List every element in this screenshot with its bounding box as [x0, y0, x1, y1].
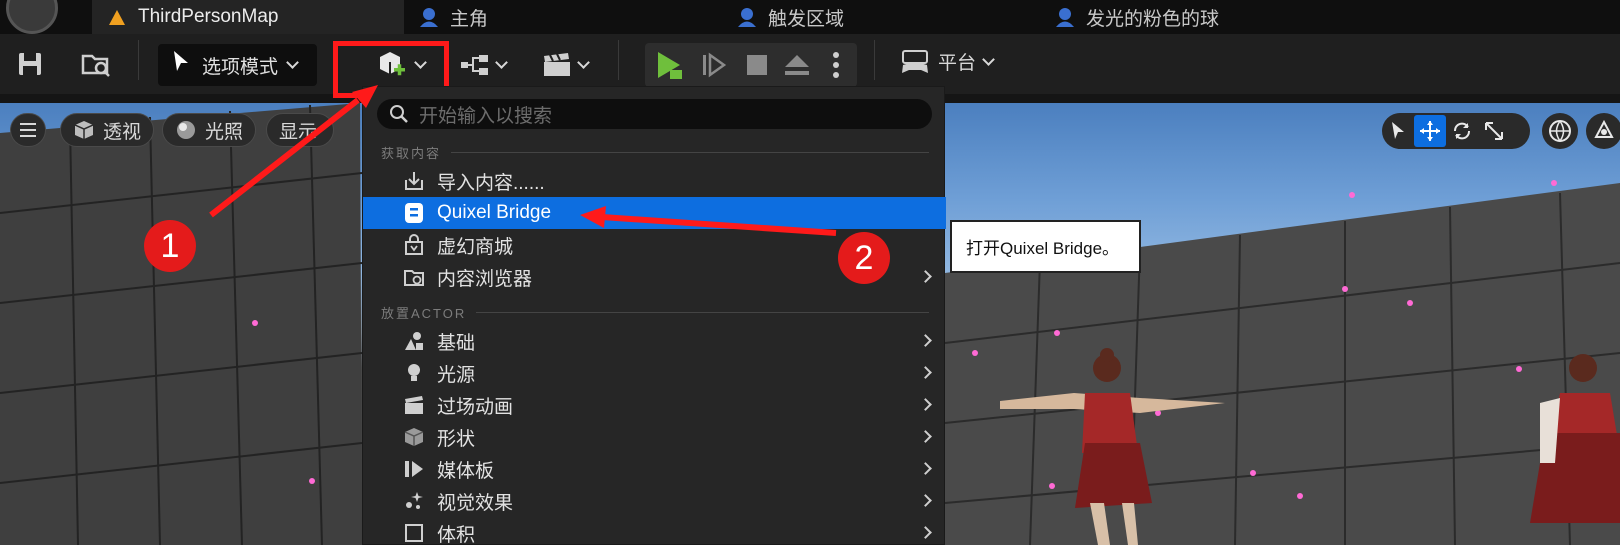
chevron-right-icon [919, 462, 932, 475]
lighting-button[interactable]: 光照 [162, 113, 257, 147]
menu-item-lights[interactable]: 光源 [363, 357, 946, 389]
search-placeholder: 开始输入以搜索 [419, 105, 553, 127]
cursor-mode-icon [170, 49, 192, 81]
more-options-icon[interactable] [826, 48, 846, 82]
cinematics-menu-button[interactable] [536, 48, 592, 82]
chevron-right-icon [919, 398, 932, 411]
chevron-right-icon [919, 334, 932, 347]
hamburger-icon [20, 123, 36, 137]
perspective-label: 透视 [103, 121, 142, 143]
toolbar-divider [618, 40, 619, 80]
blueprint-icon [1054, 6, 1076, 28]
bridge-icon [403, 202, 425, 224]
mode-select-button[interactable]: 选项模式 [158, 44, 317, 86]
menu-item-cinematics[interactable]: 过场动画 [363, 389, 946, 421]
tab-glowing-pink-ball[interactable]: 发光的粉色的球 [1040, 0, 1358, 34]
save-icon[interactable] [12, 46, 48, 82]
menu-item-shapes[interactable]: 形状 [363, 421, 946, 453]
blueprint-graph-icon [460, 55, 488, 75]
globe-icon [1549, 120, 1571, 143]
clapperboard-icon [543, 53, 570, 76]
blueprint-icon [418, 6, 440, 28]
section-header-get-content: 获取内容 [381, 143, 929, 162]
toolbar-divider [138, 40, 139, 80]
rotate-icon[interactable] [1446, 115, 1478, 147]
add-content-menu: 开始输入以搜索 获取内容 导入内容...... Quixel Bridge 虚幻… [362, 86, 946, 545]
menu-item-import-content[interactable]: 导入内容...... [363, 165, 946, 197]
tab-label: 发光的粉色的球 [1086, 8, 1220, 30]
chevron-down-icon [494, 56, 508, 69]
show-label: 显示 [279, 121, 318, 143]
light-icon [403, 362, 425, 384]
lighting-label: 光照 [205, 121, 244, 143]
tab-main-character[interactable]: 主角 [404, 0, 722, 34]
mode-label: 选项模式 [202, 56, 279, 78]
stop-icon[interactable] [740, 48, 774, 82]
import-icon [403, 170, 425, 192]
search-icon [390, 105, 408, 123]
viewport-menu-button[interactable] [10, 113, 46, 147]
cube-icon [74, 121, 94, 139]
chevron-right-icon [919, 494, 932, 507]
perspective-button[interactable]: 透视 [60, 113, 155, 147]
play-icon[interactable] [651, 48, 687, 82]
browse-folder-icon[interactable] [76, 46, 116, 82]
chevron-right-icon [919, 526, 932, 539]
section-header-place-actor: 放置ACTOR [381, 303, 929, 322]
menu-search-input[interactable]: 开始输入以搜索 [377, 99, 932, 129]
gamepad-icon [902, 49, 928, 73]
step-icon[interactable] [697, 48, 731, 82]
chevron-right-icon [919, 270, 932, 283]
marketplace-icon [403, 234, 425, 256]
editor-tab-bar: ThirdPersonMap 主角 触发区域 发光的粉色的球 [0, 0, 1620, 34]
transform-tools-group [1382, 113, 1530, 149]
menu-item-media-plate[interactable]: 媒体板 [363, 453, 946, 485]
platform-menu-button[interactable]: 平台 [900, 48, 995, 75]
level-icon [106, 6, 128, 28]
toolbar-divider [874, 40, 875, 80]
menu-item-visual-effects[interactable]: 视觉效果 [363, 485, 946, 517]
chevron-right-icon [919, 366, 932, 379]
volume-icon [403, 522, 425, 544]
cinematic-icon [403, 394, 425, 416]
snap-icon [1594, 119, 1614, 138]
lighting-sphere-icon [177, 121, 195, 139]
translate-icon[interactable] [1414, 115, 1446, 147]
annotation-badge-1: 1 [144, 220, 196, 272]
unreal-logo[interactable] [6, 0, 58, 34]
basic-icon [403, 330, 425, 352]
menu-item-volumes[interactable]: 体积 [363, 517, 946, 545]
chevron-right-icon [919, 430, 932, 443]
scale-icon[interactable] [1478, 115, 1510, 147]
menu-item-basic[interactable]: 基础 [363, 325, 946, 357]
select-icon[interactable] [1382, 115, 1414, 147]
show-button[interactable]: 显示 [266, 113, 334, 147]
menu-item-quixel-bridge[interactable]: Quixel Bridge [363, 197, 946, 229]
chevron-down-icon [576, 56, 590, 69]
tab-label: 主角 [450, 8, 489, 30]
blueprint-icon [736, 6, 758, 28]
eject-icon[interactable] [780, 48, 814, 82]
quixel-bridge-tooltip: 打开Quixel Bridge。 [950, 220, 1141, 273]
tab-third-person-map[interactable]: ThirdPersonMap [92, 0, 404, 34]
tab-label: ThirdPersonMap [138, 6, 279, 27]
tab-trigger-area[interactable]: 触发区域 [722, 0, 1040, 34]
platform-label: 平台 [938, 53, 977, 74]
chevron-down-icon [286, 56, 299, 69]
shape-icon [403, 426, 425, 448]
tab-label: 触发区域 [768, 8, 845, 30]
content-browser-icon [403, 266, 425, 288]
chevron-down-icon [982, 52, 995, 66]
vfx-icon [403, 490, 425, 512]
media-icon [403, 458, 425, 480]
annotation-badge-2: 2 [838, 232, 890, 284]
world-space-button[interactable] [1542, 113, 1578, 149]
blueprint-menu-button[interactable] [454, 48, 510, 82]
surface-snap-button[interactable] [1586, 113, 1620, 149]
